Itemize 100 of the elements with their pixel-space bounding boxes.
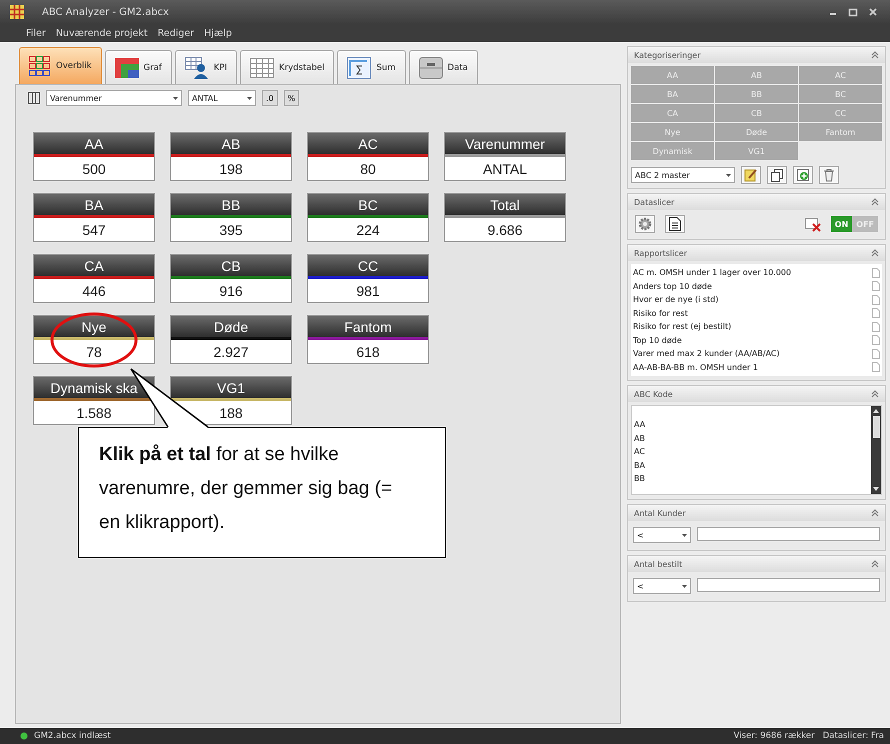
value-tile[interactable]: CB 916 bbox=[170, 254, 292, 303]
tab[interactable]: Sum bbox=[337, 50, 406, 84]
format-button[interactable]: .0 bbox=[262, 90, 278, 106]
tile-header: BB bbox=[171, 194, 291, 215]
collapse-icon[interactable] bbox=[871, 198, 879, 206]
collapse-icon[interactable] bbox=[871, 249, 879, 257]
tile-value[interactable]: 618 bbox=[308, 340, 428, 363]
scroll-up-icon[interactable] bbox=[873, 409, 879, 413]
delete-button[interactable] bbox=[819, 166, 839, 184]
settings-icon bbox=[638, 217, 652, 231]
copy-icon bbox=[770, 168, 784, 182]
tile-value[interactable]: 500 bbox=[34, 157, 154, 180]
tile-value[interactable]: ANTAL bbox=[445, 157, 565, 180]
tile-header: CC bbox=[308, 255, 428, 276]
edit-button[interactable] bbox=[741, 166, 761, 184]
list-item[interactable]: AA bbox=[634, 420, 869, 434]
collapse-icon[interactable] bbox=[871, 560, 879, 568]
value-tile[interactable]: Nye 78 bbox=[33, 315, 155, 364]
tile-value[interactable]: 198 bbox=[171, 157, 291, 180]
tile-header: Total bbox=[445, 194, 565, 215]
tile-value[interactable]: 446 bbox=[34, 279, 154, 302]
value-tile[interactable]: BC 224 bbox=[307, 193, 429, 242]
table-person-icon bbox=[184, 56, 209, 78]
value-tile[interactable]: BA 547 bbox=[33, 193, 155, 242]
document-button[interactable] bbox=[665, 215, 685, 233]
value-tile[interactable]: Varenummer ANTAL bbox=[444, 132, 566, 181]
tile-value[interactable]: 916 bbox=[171, 279, 291, 302]
close-icon[interactable] bbox=[868, 7, 878, 17]
tile-value[interactable]: 981 bbox=[308, 279, 428, 302]
tab[interactable]: KPI bbox=[174, 50, 238, 84]
section-title: Antal bestilt bbox=[634, 560, 682, 568]
columns-icon[interactable] bbox=[28, 92, 40, 104]
report-item[interactable]: Anders top 10 døde bbox=[633, 282, 712, 291]
value-tile[interactable]: AA 500 bbox=[33, 132, 155, 181]
value-tile[interactable]: Fantom 618 bbox=[307, 315, 429, 364]
report-item[interactable]: Top 10 døde bbox=[633, 336, 682, 345]
section-title: Rapportslicer bbox=[634, 248, 687, 258]
value-tile[interactable]: VG1 188 bbox=[170, 376, 292, 425]
operator-dropdown[interactable]: < bbox=[633, 578, 691, 594]
report-item[interactable]: AC m. OMSH under 1 lager over 10.000 bbox=[633, 268, 792, 278]
menu-item[interactable]: Nuværende projekt bbox=[56, 28, 148, 38]
operator-dropdown[interactable]: < bbox=[633, 527, 691, 543]
tab[interactable]: Krydstabel bbox=[240, 50, 334, 84]
field-dropdown[interactable]: Varenummer bbox=[46, 90, 182, 106]
tile-header: Varenummer bbox=[445, 133, 565, 154]
measure-dropdown[interactable]: ANTAL bbox=[188, 90, 256, 106]
value-input[interactable] bbox=[697, 578, 880, 592]
list-item[interactable]: AC bbox=[634, 447, 869, 460]
tile-value[interactable]: 395 bbox=[171, 218, 291, 241]
tab[interactable]: Graf bbox=[104, 50, 172, 84]
scrollbar[interactable] bbox=[871, 406, 881, 494]
value-tile[interactable]: Total 9.686 bbox=[444, 193, 566, 242]
tile-value[interactable]: 78 bbox=[34, 340, 154, 363]
add-icon bbox=[796, 168, 810, 182]
copy-button[interactable] bbox=[767, 166, 787, 184]
value-tile[interactable]: BB 395 bbox=[170, 193, 292, 242]
tile-value[interactable]: 80 bbox=[308, 157, 428, 180]
value-tile[interactable]: CA 446 bbox=[33, 254, 155, 303]
menu-item[interactable]: Hjælp bbox=[204, 28, 232, 38]
tab[interactable]: Overblik bbox=[19, 47, 102, 84]
report-item[interactable]: Risiko for rest (ej bestilt) bbox=[633, 322, 732, 332]
report-item[interactable]: Hvor er de nye (i std) bbox=[633, 295, 718, 304]
dropdown-arrow-icon bbox=[173, 96, 178, 100]
dropdown-arrow-icon bbox=[682, 534, 687, 536]
collapse-icon[interactable] bbox=[871, 509, 879, 517]
scroll-thumb[interactable] bbox=[872, 416, 880, 438]
value-tile[interactable]: CC 981 bbox=[307, 254, 429, 303]
menu-item[interactable]: Rediger bbox=[158, 28, 194, 38]
value-input[interactable] bbox=[697, 527, 880, 541]
format-button[interactable]: % bbox=[284, 90, 300, 106]
maximize-icon[interactable] bbox=[848, 7, 858, 17]
tile-value[interactable]: 224 bbox=[308, 218, 428, 241]
report-item[interactable]: Varer med max 2 kunder (AA/AB/AC) bbox=[633, 349, 780, 358]
list-item[interactable]: BB bbox=[634, 474, 869, 488]
categorization-dropdown[interactable]: ABC 2 master bbox=[631, 167, 735, 183]
pencil-icon bbox=[744, 168, 758, 182]
value-tile[interactable]: Dynamisk ska 1.588 bbox=[33, 376, 155, 425]
list-item[interactable]: BA bbox=[634, 460, 869, 474]
collapse-icon[interactable] bbox=[871, 390, 879, 398]
tile-value[interactable]: 547 bbox=[34, 218, 154, 241]
cabinet-icon bbox=[418, 56, 443, 78]
value-tile[interactable]: AB 198 bbox=[170, 132, 292, 181]
tile-value[interactable]: 9.686 bbox=[445, 218, 565, 241]
add-button[interactable] bbox=[793, 166, 813, 184]
tile-value[interactable]: 2.927 bbox=[171, 340, 291, 363]
scroll-down-icon[interactable] bbox=[873, 487, 879, 491]
section-title: Antal Kunder bbox=[634, 508, 686, 518]
tile-value[interactable]: 1.588 bbox=[34, 401, 154, 424]
value-tile[interactable]: Døde 2.927 bbox=[170, 315, 292, 364]
menu-item[interactable]: Filer bbox=[26, 28, 46, 38]
value-tile[interactable]: AC 80 bbox=[307, 132, 429, 181]
settings-button[interactable] bbox=[635, 215, 655, 233]
tile-header: Fantom bbox=[308, 316, 428, 337]
collapse-icon[interactable] bbox=[871, 51, 879, 59]
list-item[interactable]: AB bbox=[634, 434, 869, 447]
tab[interactable]: Data bbox=[408, 50, 478, 84]
clear-filter-icon[interactable] bbox=[804, 216, 821, 232]
report-item[interactable]: Risiko for rest bbox=[633, 308, 688, 318]
tile-header: CA bbox=[34, 255, 154, 276]
report-item[interactable]: AA-AB-BA-BB m. OMSH under 1 bbox=[633, 362, 758, 372]
